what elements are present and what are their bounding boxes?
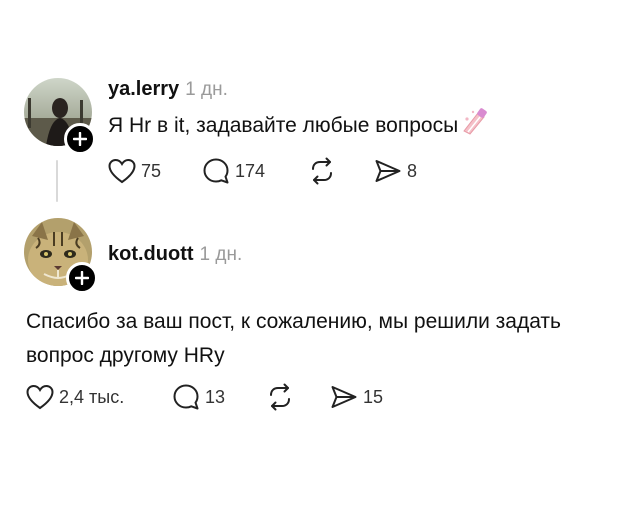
- like-button[interactable]: 2,4 тыс.: [26, 382, 124, 412]
- comment-count: 174: [235, 160, 266, 181]
- timestamp: 1 дн.: [199, 244, 243, 265]
- like-count: 75: [141, 160, 162, 181]
- post-actions: 2,4 тыс. 13 15: [26, 382, 406, 412]
- comment-bubble-icon: [173, 384, 199, 410]
- share-button[interactable]: 15: [330, 382, 383, 412]
- comment-bubble-icon: [203, 158, 229, 184]
- comment-button[interactable]: 174: [202, 156, 265, 186]
- like-button[interactable]: 75: [108, 156, 161, 186]
- timestamp: 1 дн.: [185, 79, 228, 100]
- username-text[interactable]: kot.duott: [108, 243, 194, 265]
- repost-button[interactable]: [266, 382, 294, 412]
- thread-line: [56, 160, 58, 202]
- username[interactable]: kot.duott 1 дн.: [108, 243, 242, 266]
- post-text-content: Я Hr в it, задавайте любые вопросы: [108, 114, 459, 138]
- post-text: Я Hr в it, задавайте любые вопросы: [108, 107, 490, 146]
- repost-button[interactable]: [308, 156, 336, 186]
- post-text-line: вопрос другому HRy: [26, 344, 225, 367]
- like-count: 2,4 тыс.: [59, 386, 125, 407]
- heart-icon: [108, 158, 136, 184]
- post-actions: 75 174 8: [108, 156, 428, 186]
- comment-count: 13: [205, 386, 226, 407]
- plus-icon: [75, 271, 89, 285]
- username-text[interactable]: ya.lerry: [108, 78, 179, 100]
- send-icon: [331, 386, 357, 408]
- follow-button[interactable]: [64, 123, 96, 155]
- share-count: 15: [363, 386, 384, 407]
- heart-icon: [26, 384, 54, 410]
- comment-button[interactable]: 13: [172, 382, 225, 412]
- share-button[interactable]: 8: [374, 156, 417, 186]
- repost-icon: [270, 383, 290, 411]
- send-icon: [375, 160, 401, 182]
- plus-icon: [73, 132, 87, 146]
- repost-icon: [312, 157, 332, 185]
- post-text-line: Спасибо за ваш пост, к сожалению, мы реш…: [26, 310, 561, 333]
- username[interactable]: ya.lerry 1 дн.: [108, 78, 228, 101]
- post-text: Спасибо за ваш пост, к сожалению, мы реш…: [26, 305, 561, 373]
- follow-button[interactable]: [66, 262, 98, 294]
- share-count: 8: [407, 160, 418, 181]
- nail-polish-icon: [460, 107, 490, 146]
